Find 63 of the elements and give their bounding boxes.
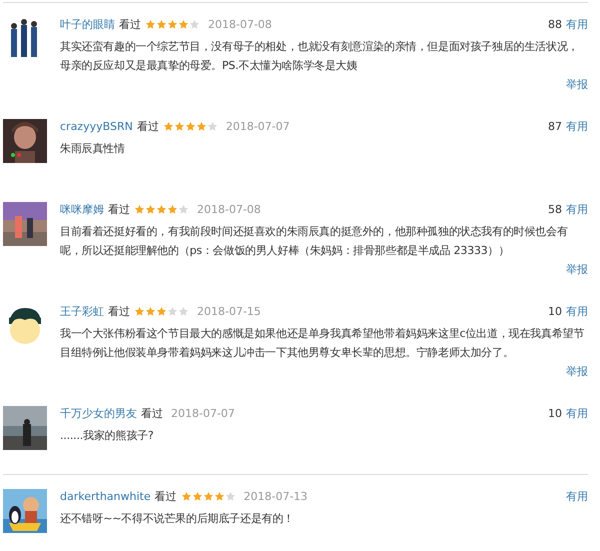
- comment-text: 还不错呀~~不得不说芒果的后期底子还是有的！: [60, 511, 296, 527]
- watch-status: 看过: [136, 118, 159, 134]
- watch-status: 看过: [154, 488, 177, 504]
- comment-text: 我一个大张伟粉看这个节目最大的感慨是如果他还是单身我真希望他带着妈妈来这里c位出道，现在我真希望节目组特例让他假装单身带着妈妈来这儿冲击一下其他男尊女卑长辈的思想。宁静老师太加分了。: [60, 326, 586, 361]
- comment-date: 2018-07-07: [226, 120, 290, 132]
- useful-link[interactable]: 有用: [566, 16, 588, 32]
- comment-date: 2018-07-13: [244, 490, 308, 502]
- watch-status: 看过: [141, 406, 163, 420]
- star-icon: [192, 490, 203, 502]
- star-icon: [156, 204, 167, 214]
- star-icon: [134, 204, 145, 214]
- star-icon: [196, 120, 207, 132]
- comment-text: 其实还蛮有趣的一个综艺节目，没有母子的相处，也就没有刻意渲染的亲情，但是面对孩子独居的生活状况，母亲的反应却又是最真挚的母爱。PS.不太懂为啥陈学冬是大姨: [60, 39, 580, 74]
- vote-count: 58: [548, 202, 562, 216]
- watch-status: 看过: [108, 202, 130, 216]
- star-icon: [167, 306, 178, 316]
- star-icon: [145, 306, 156, 316]
- vote-count: 10: [548, 406, 562, 420]
- star-icon: [156, 306, 167, 316]
- vote-count: 10: [548, 304, 562, 318]
- star-icon: [224, 490, 236, 502]
- user-name-link[interactable]: crazyyyBSRN: [60, 120, 133, 132]
- comment-date: 2018-07-08: [208, 18, 272, 30]
- user-name-link[interactable]: 叶子的眼睛: [60, 16, 115, 32]
- useful-link[interactable]: 有用: [566, 304, 588, 318]
- user-name-link[interactable]: 王子彩虹: [60, 304, 104, 318]
- star-icon: [145, 18, 156, 30]
- star-icon: [214, 490, 225, 502]
- star-icon: [180, 490, 192, 502]
- star-icon: [156, 18, 167, 30]
- comment-text: 目前看着还挺好看的，有我前段时间还挺喜欢的朱雨辰真的挺意外的，他那种孤独的状态我有的时候也会有呢，所以还挺能理解他的（ps：会做饭的男人好棒（朱妈妈：排骨那些都是半成品 23333））: [60, 224, 569, 259]
- comment-date: 2018-07-15: [197, 304, 261, 318]
- comment-date: 2018-07-08: [197, 202, 261, 216]
- report-link[interactable]: 举报: [566, 262, 588, 277]
- star-icon: [184, 120, 196, 132]
- star-icon: [178, 306, 189, 316]
- star-icon: [178, 18, 189, 30]
- useful-link[interactable]: 有用: [566, 488, 588, 504]
- vote-count: 88: [548, 18, 562, 30]
- comment-text: .......我家的熊孩子?: [60, 428, 155, 444]
- report-link[interactable]: 举报: [566, 364, 588, 379]
- star-icon: [178, 204, 189, 214]
- watch-status: 看过: [119, 16, 141, 32]
- star-icon: [167, 18, 178, 30]
- useful-link[interactable]: 有用: [566, 118, 588, 134]
- user-name-link[interactable]: darkerthanwhite: [60, 490, 151, 502]
- report-link[interactable]: 举报: [566, 77, 588, 92]
- comment-text: 朱雨辰真性情: [60, 141, 126, 157]
- watch-status: 看过: [108, 304, 130, 318]
- vote-count: 87: [548, 120, 562, 132]
- user-name-link[interactable]: 千万少女的男友: [60, 406, 137, 420]
- star-icon: [189, 18, 200, 30]
- star-icon: [167, 204, 178, 214]
- star-icon: [162, 120, 174, 132]
- star-icon: [202, 490, 214, 502]
- useful-link[interactable]: 有用: [566, 202, 588, 216]
- star-icon: [134, 306, 145, 316]
- star-icon: [145, 204, 156, 214]
- user-name-link[interactable]: 咪咪摩姆: [60, 202, 104, 216]
- comment-date: 2018-07-07: [171, 406, 235, 420]
- star-icon: [206, 120, 218, 132]
- useful-link[interactable]: 有用: [566, 406, 588, 420]
- star-icon: [174, 120, 185, 132]
